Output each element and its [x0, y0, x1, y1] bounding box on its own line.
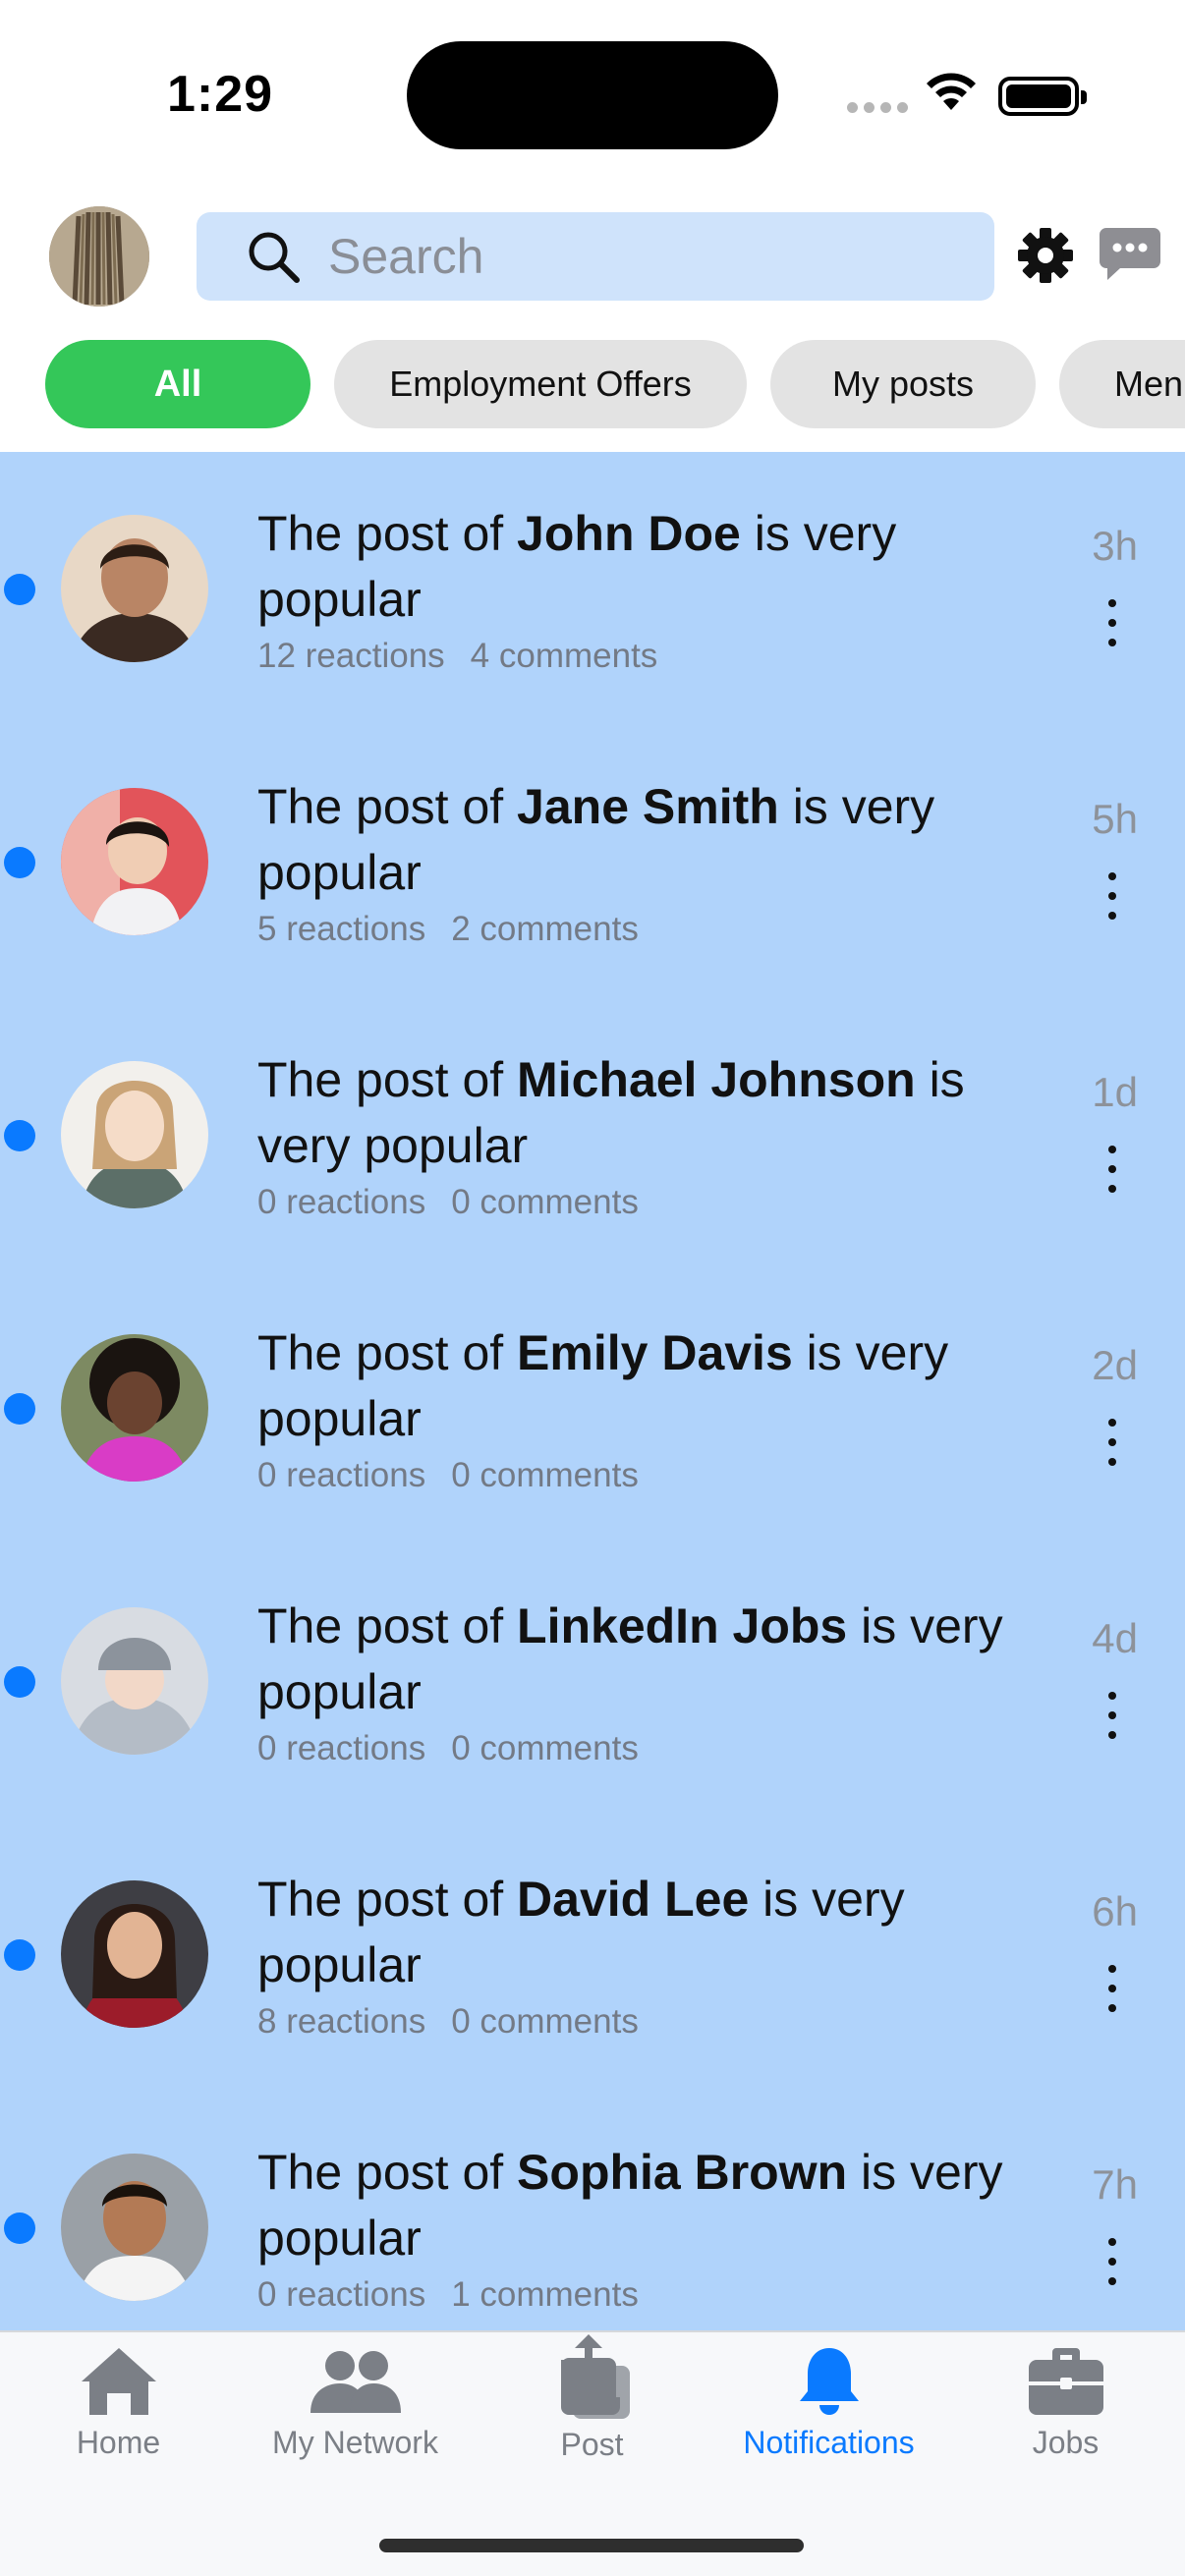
comment-count: 0 comments [451, 2002, 639, 2041]
filter-chip-employment-offers[interactable]: Employment Offers [334, 340, 747, 428]
profile-avatar[interactable] [49, 206, 149, 307]
notification-row[interactable]: The post of John Doe is very popular 12 … [0, 452, 1185, 725]
comment-count: 0 comments [451, 1729, 639, 1767]
avatar[interactable] [61, 1880, 208, 2028]
timestamp: 1d [1092, 1069, 1138, 1115]
more-options-icon[interactable] [1093, 1144, 1132, 1195]
tab-home[interactable]: Home [0, 2344, 237, 2461]
filter-chip-my-posts[interactable]: My posts [770, 340, 1036, 428]
timestamp: 4d [1092, 1615, 1138, 1661]
unread-dot [4, 2212, 35, 2244]
timestamp: 7h [1092, 2161, 1138, 2208]
search-icon [249, 232, 300, 283]
more-options-icon[interactable] [1093, 1963, 1132, 2014]
notification-row[interactable]: The post of LinkedIn Jobs is very popula… [0, 1544, 1185, 1818]
reaction-count: 0 reactions [257, 1183, 426, 1221]
notifications-screen: 1:29 Search All Employment Offers My pos… [0, 0, 1185, 2576]
comment-count: 0 comments [451, 1183, 639, 1221]
filter-chip-all[interactable]: All [45, 340, 310, 428]
notification-title: The post of Jane Smith is very popular [257, 779, 935, 900]
more-options-icon[interactable] [1093, 870, 1132, 922]
gear-icon[interactable] [1016, 226, 1075, 285]
comment-count: 2 comments [451, 910, 639, 948]
notification-title: The post of LinkedIn Jobs is very popula… [257, 1598, 1003, 1719]
share-icon [560, 2334, 630, 2419]
reaction-count: 0 reactions [257, 1456, 426, 1494]
comment-count: 4 comments [470, 637, 658, 675]
timestamp: 2d [1092, 1342, 1138, 1388]
timestamp: 6h [1092, 1888, 1138, 1934]
cellular-signal-icon [847, 102, 908, 113]
more-options-icon[interactable] [1093, 1417, 1132, 1468]
wifi-icon [927, 73, 976, 110]
dynamic-island [407, 41, 778, 149]
battery-icon [998, 77, 1087, 116]
reaction-count: 0 reactions [257, 1729, 426, 1767]
notification-row[interactable]: The post of Sophia Brown is very popular… [0, 2091, 1185, 2330]
comment-count: 1 comments [451, 2275, 639, 2314]
filter-chip-men[interactable]: Men [1059, 340, 1185, 428]
timestamp: 3h [1092, 523, 1138, 569]
notification-row[interactable]: The post of Jane Smith is very popular 5… [0, 725, 1185, 998]
notification-row[interactable]: The post of Emily Davis is very popular … [0, 1271, 1185, 1544]
notification-title: The post of John Doe is very popular [257, 506, 897, 627]
more-options-icon[interactable] [1093, 1690, 1132, 1741]
briefcase-icon [1028, 2348, 1103, 2415]
notification-title: The post of Sophia Brown is very popular [257, 2145, 1003, 2266]
unread-dot [4, 847, 35, 878]
avatar[interactable] [61, 1061, 208, 1208]
avatar[interactable] [61, 1607, 208, 1755]
tab-jobs[interactable]: Jobs [947, 2344, 1184, 2461]
reaction-count: 12 reactions [257, 637, 445, 675]
tab-notifications[interactable]: Notifications [710, 2344, 947, 2461]
home-indicator[interactable] [379, 2539, 804, 2552]
search-bar[interactable]: Search [197, 212, 994, 301]
search-input[interactable]: Search [328, 228, 483, 285]
bell-icon [799, 2348, 859, 2415]
notification-title: The post of Emily Davis is very popular [257, 1325, 949, 1446]
unread-dot [4, 1120, 35, 1151]
house-icon [81, 2348, 156, 2415]
comment-count: 0 comments [451, 1456, 639, 1494]
unread-dot [4, 1939, 35, 1971]
filter-chips: All Employment Offers My posts Men [45, 340, 1185, 428]
more-options-icon[interactable] [1093, 2236, 1132, 2287]
timestamp: 5h [1092, 796, 1138, 842]
notification-title: The post of David Lee is very popular [257, 1872, 905, 1992]
more-options-icon[interactable] [1093, 597, 1132, 648]
avatar[interactable] [61, 515, 208, 662]
unread-dot [4, 1666, 35, 1698]
people-icon [310, 2351, 401, 2413]
reaction-count: 5 reactions [257, 910, 426, 948]
message-icon[interactable] [1099, 226, 1161, 283]
notification-row[interactable]: The post of David Lee is very popular 8 … [0, 1818, 1185, 2091]
unread-dot [4, 574, 35, 605]
reaction-count: 8 reactions [257, 2002, 426, 2041]
tab-my-network[interactable]: My Network [237, 2344, 474, 2461]
notification-row[interactable]: The post of Michael Johnson is very popu… [0, 998, 1185, 1271]
avatar[interactable] [61, 2154, 208, 2301]
status-time: 1:29 [167, 66, 274, 123]
notification-list: The post of John Doe is very popular 12 … [0, 452, 1185, 2330]
notification-title: The post of Michael Johnson is very popu… [257, 1052, 965, 1173]
avatar[interactable] [61, 788, 208, 935]
tab-post[interactable]: Post [474, 2334, 710, 2463]
avatar[interactable] [61, 1334, 208, 1482]
unread-dot [4, 1393, 35, 1425]
reaction-count: 0 reactions [257, 2275, 426, 2314]
